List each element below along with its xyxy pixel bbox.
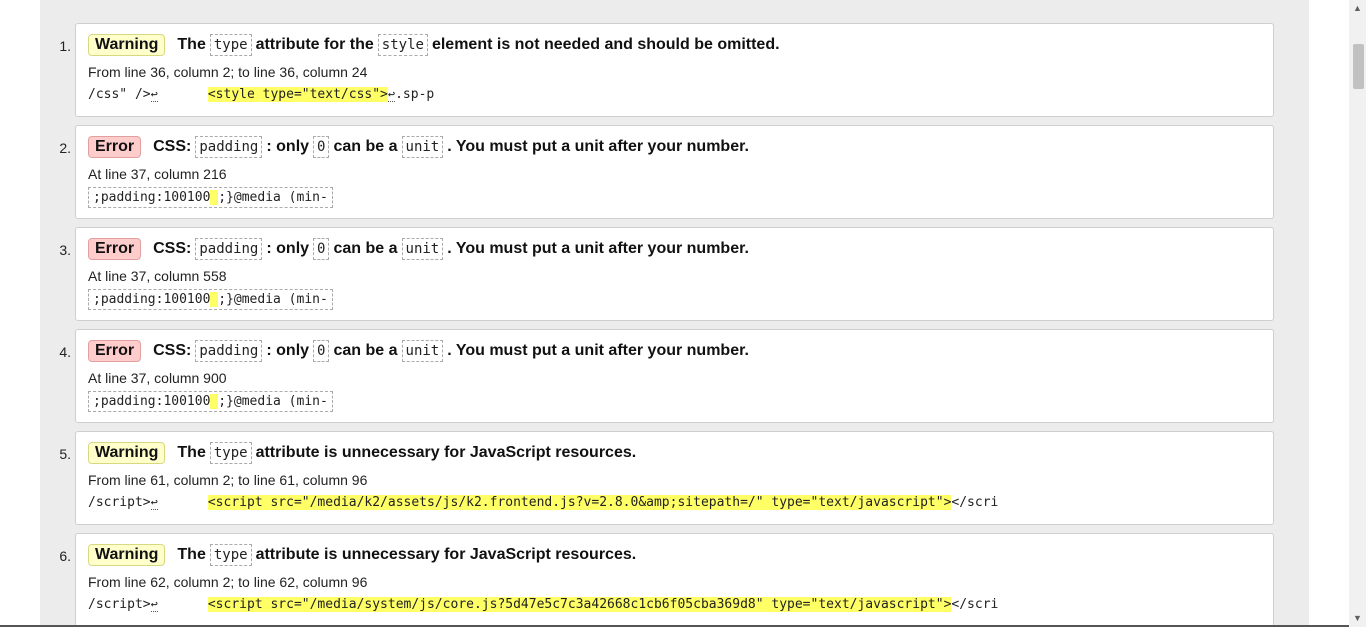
message-number: 3. (59, 242, 71, 258)
source-location: At line 37, column 216 (88, 166, 227, 182)
message-text: The (177, 546, 206, 563)
code-term: 0 (313, 340, 330, 362)
code-term: type (209, 544, 252, 566)
error-badge: Error (88, 238, 142, 260)
message-heading: Error CSS: padding: only 0 can be a unit. You… (88, 238, 750, 260)
code-extract: ;padding:100100 ;}@media (min- (88, 289, 333, 310)
extract-before: ;padding:100100 (93, 292, 211, 307)
message-text: : only (266, 240, 310, 257)
source-location: From line 61, column 2; to line 61, colu… (88, 472, 368, 488)
message-heading: Warning The type attribute for the style elem… (88, 34, 781, 56)
extract-before: ;padding:100100 (93, 190, 211, 205)
message-box: Error CSS: padding: only 0 can be a unit. You… (75, 329, 1274, 423)
extract-after: ;}@media (min- (218, 190, 328, 205)
message-box: Warning The type attribute is unnecessary f… (75, 431, 1274, 525)
code-term: padding (195, 238, 263, 260)
message-number: 1. (59, 38, 71, 54)
message-text: . You must put a unit after your number. (447, 138, 749, 155)
extract-highlight: <script src="/media/k2/assets/js/k2.fron… (207, 495, 952, 510)
scroll-down-arrow-icon[interactable]: ▼ (1349, 610, 1366, 627)
message-text: : only (266, 342, 310, 359)
message-text: can be a (333, 240, 398, 257)
error-badge: Error (88, 340, 142, 362)
code-term: style (377, 34, 428, 56)
message-item: 2. Error CSS: padding: only 0 can be a unit. Y… (40, 125, 1274, 219)
code-extract: /script>↩ <script src="/media/k2/assets/j… (88, 495, 998, 510)
source-location: At line 37, column 900 (88, 370, 227, 386)
message-heading: Error CSS: padding: only 0 can be a unit. You… (88, 340, 750, 362)
message-heading: Warning The type attribute is unnecessary f… (88, 442, 637, 464)
extract-highlight: <script src="/media/system/js/core.js?5d… (207, 597, 952, 612)
message-item: 4. Error CSS: padding: only 0 can be a unit. Y… (40, 329, 1274, 423)
message-item: 6. Warning The type attribute is unnecessary… (40, 533, 1274, 627)
extract-before: ;padding:100100 (93, 394, 211, 409)
message-box: Warning The type attribute for the style elem… (75, 23, 1274, 117)
message-text: attribute is unnecessary for JavaScript … (255, 444, 637, 461)
source-location: From line 36, column 2; to line 36, colu… (88, 64, 368, 80)
warning-badge: Warning (88, 442, 166, 464)
message-text: CSS: (153, 138, 192, 155)
message-number: 6. (59, 548, 71, 564)
message-text: can be a (333, 138, 398, 155)
code-extract: ;padding:100100 ;}@media (min- (88, 187, 333, 208)
line-break-icon: ↩ (150, 87, 158, 102)
message-list: 1. Warning The type attribute for the style el… (40, 23, 1274, 635)
message-text: attribute for the (255, 36, 374, 53)
code-term: 0 (313, 238, 330, 260)
source-location: At line 37, column 558 (88, 268, 227, 284)
message-box: Warning The type attribute is unnecessary f… (75, 533, 1274, 627)
extract-after: .sp-p (395, 87, 435, 102)
message-text: . You must put a unit after your number. (447, 342, 749, 359)
code-term: type (209, 442, 252, 464)
message-heading: Warning The type attribute is unnecessary f… (88, 544, 637, 566)
code-term: unit (401, 340, 444, 362)
message-number: 4. (59, 344, 71, 360)
message-item: 3. Error CSS: padding: only 0 can be a unit. Y… (40, 227, 1274, 321)
message-text: element is not needed and should be omit… (431, 36, 780, 53)
code-extract: ;padding:100100 ;}@media (min- (88, 391, 333, 412)
extract-before: /script> (88, 495, 151, 510)
extract-before: /css" /> (88, 87, 151, 102)
message-text: CSS: (153, 240, 192, 257)
message-box: Error CSS: padding: only 0 can be a unit. You… (75, 227, 1274, 321)
message-item: 1. Warning The type attribute for the style el… (40, 23, 1274, 117)
extract-before: /script> (88, 597, 151, 612)
vertical-scrollbar[interactable]: ▲ ▼ (1349, 0, 1366, 627)
code-extract: /script>↩ <script src="/media/system/js/c… (88, 597, 998, 612)
message-text: can be a (333, 342, 398, 359)
code-extract: /css" />↩ <style type="text/css">↩.sp-p (88, 87, 434, 102)
line-break-icon: ↩ (150, 597, 158, 612)
code-term: unit (401, 136, 444, 158)
scrollbar-thumb[interactable] (1353, 44, 1364, 89)
message-text: The (177, 444, 206, 461)
code-term: unit (401, 238, 444, 260)
message-box: Error CSS: padding: only 0 can be a unit. You… (75, 125, 1274, 219)
message-text: : only (266, 138, 310, 155)
extract-after: </scri (951, 597, 999, 612)
code-term: padding (195, 340, 263, 362)
extract-after: ;}@media (min- (218, 394, 328, 409)
extract-after: </scri (951, 495, 999, 510)
code-term: padding (195, 136, 263, 158)
extract-highlight: <style type="text/css"> (207, 87, 388, 102)
code-term: type (209, 34, 252, 56)
source-location: From line 62, column 2; to line 62, colu… (88, 574, 368, 590)
message-number: 2. (59, 140, 71, 156)
message-text: attribute is unnecessary for JavaScript … (255, 546, 637, 563)
warning-badge: Warning (88, 544, 166, 566)
line-break-icon: ↩ (150, 495, 158, 510)
message-text: The (177, 36, 206, 53)
extract-after: ;}@media (min- (218, 292, 328, 307)
code-term: 0 (313, 136, 330, 158)
scroll-up-arrow-icon[interactable]: ▲ (1349, 0, 1366, 17)
message-item: 5. Warning The type attribute is unnecessary… (40, 431, 1274, 525)
message-text: . You must put a unit after your number. (447, 240, 749, 257)
message-number: 5. (59, 446, 71, 462)
message-text: CSS: (153, 342, 192, 359)
message-heading: Error CSS: padding: only 0 can be a unit. You… (88, 136, 750, 158)
error-badge: Error (88, 136, 142, 158)
warning-badge: Warning (88, 34, 166, 56)
